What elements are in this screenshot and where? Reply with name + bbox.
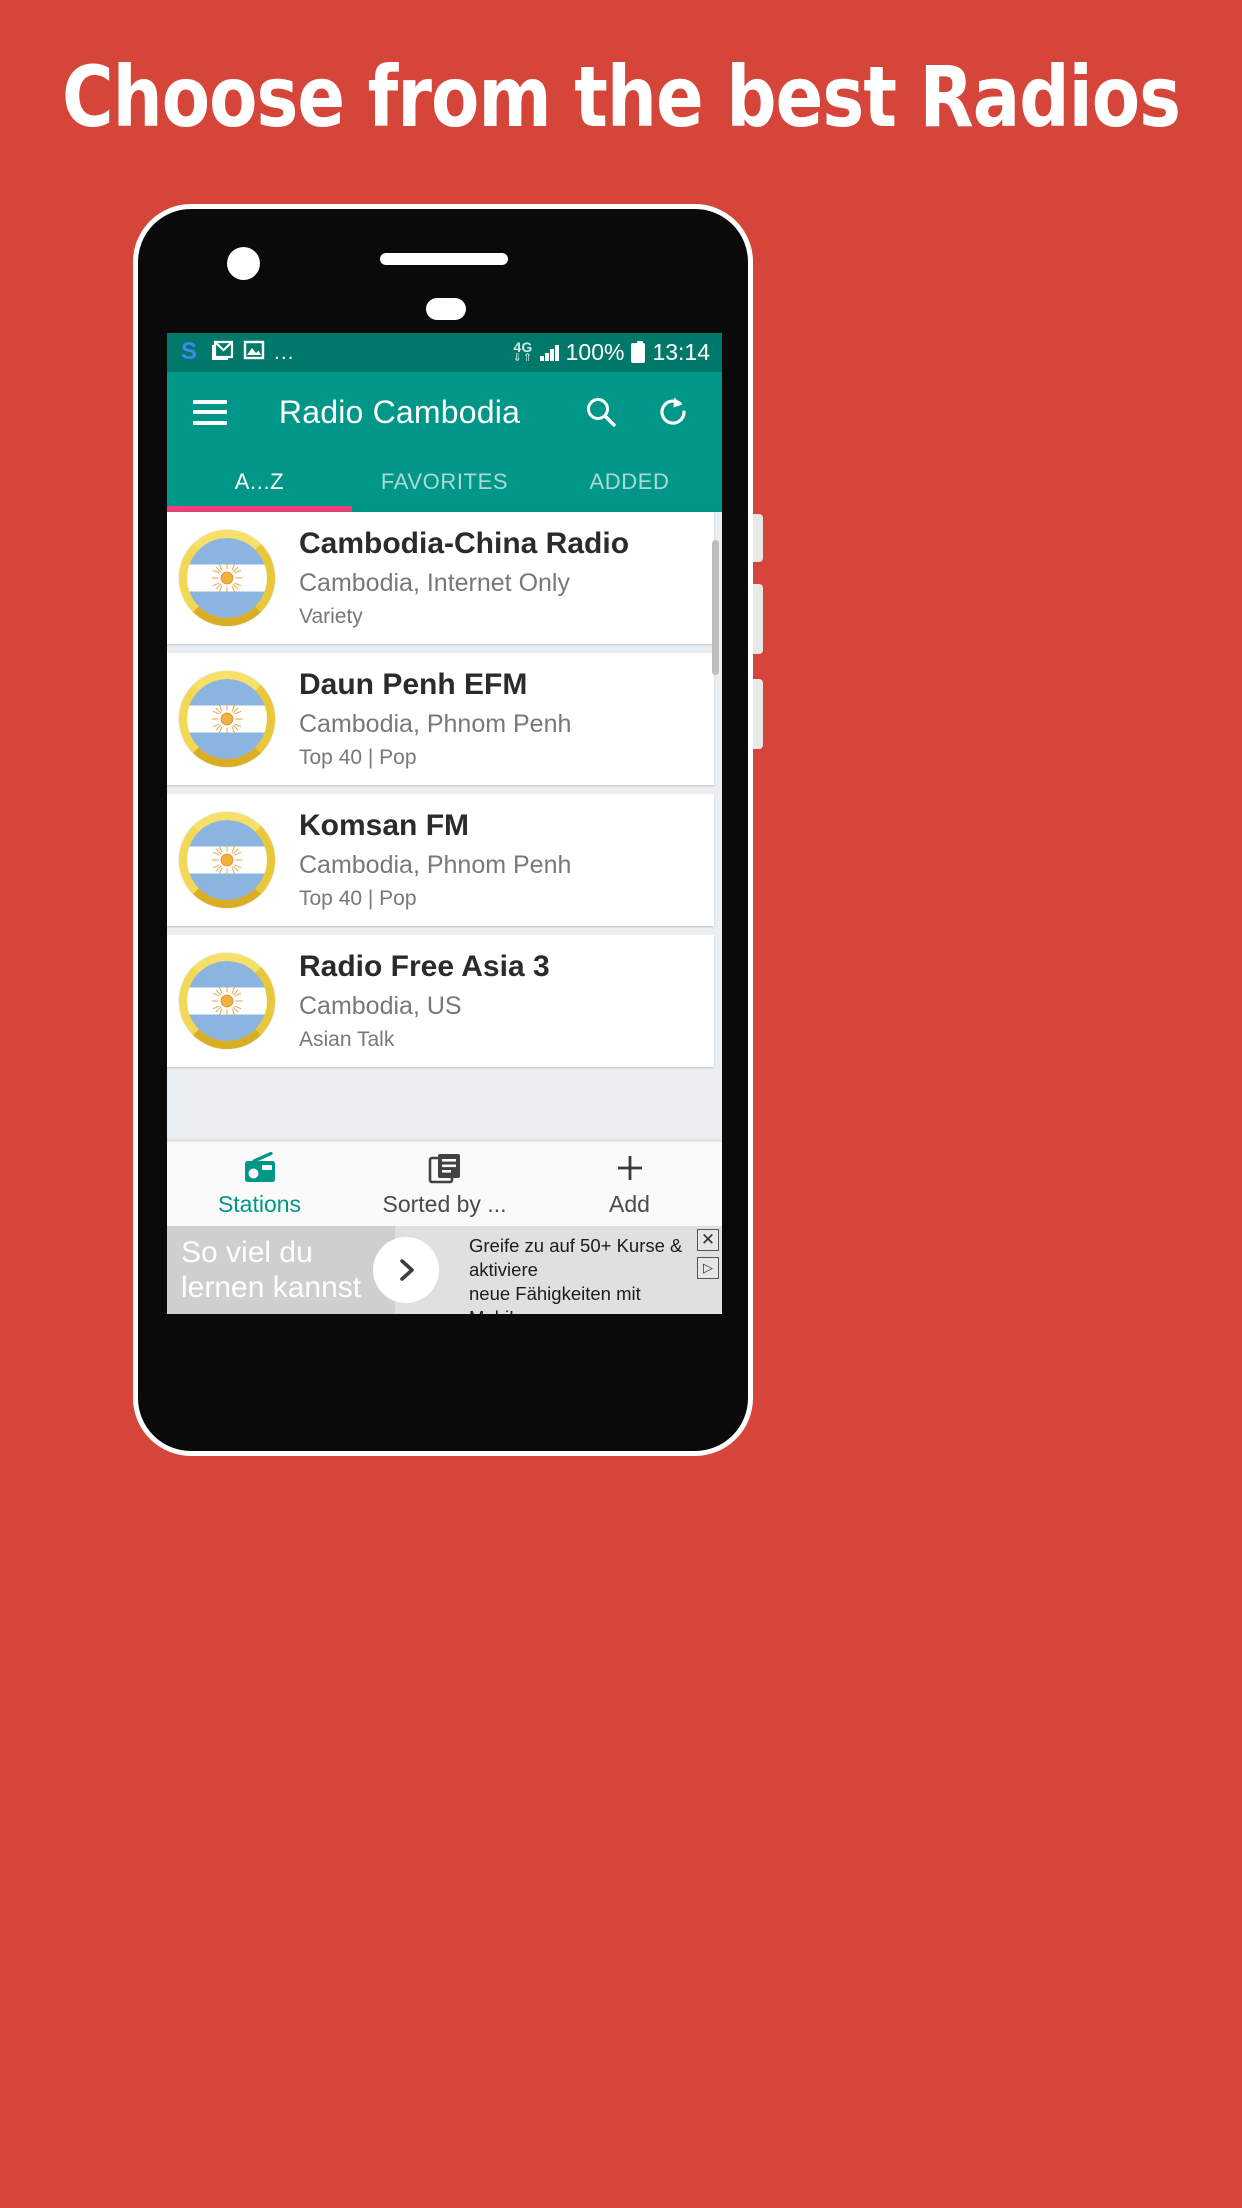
station-location: Cambodia, Phnom Penh [299,850,572,879]
status-bar: S ... 4G ⇓⇑ 100% 13:14 [167,333,722,372]
gmail-icon [212,340,234,366]
ad-body-area: Greife zu auf 50+ Kurse & aktiviere neue… [395,1226,722,1314]
tab-added[interactable]: ADDED [537,452,722,512]
station-location: Cambodia, Phnom Penh [299,709,572,738]
status-bar-notifications: S ... [181,337,513,366]
status-bar-clock: 13:14 [652,339,710,365]
argentina-flag-icon [179,530,275,626]
signal-strength-icon [540,344,559,361]
station-list-item[interactable]: Komsan FM Cambodia, Phnom Penh Top 40 | … [167,794,714,926]
station-list-item[interactable]: Radio Free Asia 3 Cambodia, US Asian Tal… [167,935,714,1067]
tab-a-z[interactable]: A...Z [167,452,352,512]
proximity-sensor [426,298,466,320]
station-genre: Variety [299,604,363,628]
ad-banner[interactable]: So viel du lernen kannst Greife zu auf 5… [167,1226,722,1314]
app-bar: Radio Cambodia [167,372,722,452]
phone-side-button-volume-down [753,679,763,749]
photo-icon [243,340,265,366]
bottom-nav-label: Add [609,1190,650,1217]
argentina-flag-icon [179,953,275,1049]
ad-headline-area: So viel du lernen kannst [167,1226,395,1314]
station-genre: Asian Talk [299,1027,395,1051]
phone-screen: S ... 4G ⇓⇑ 100% 13:14 Radio Cambodia A.… [167,333,722,1314]
station-genre: Top 40 | Pop [299,745,417,769]
earpiece-speaker [380,253,508,265]
bottom-nav-item-sorted-by[interactable]: Sorted by ... [352,1142,537,1226]
phone-side-button-mute [753,514,763,562]
station-location: Cambodia, US [299,991,462,1020]
ad-info-icon[interactable]: ▷ [697,1257,719,1279]
phone-mockup: S ... 4G ⇓⇑ 100% 13:14 Radio Cambodia A.… [133,204,763,1456]
search-icon[interactable] [578,389,624,435]
more-notifications-icon: ... [274,340,295,364]
refresh-icon[interactable] [650,389,696,435]
station-name: Radio Free Asia 3 [299,950,550,984]
close-icon[interactable]: ✕ [697,1229,719,1251]
station-list-item[interactable]: Cambodia-China Radio Cambodia, Internet … [167,512,714,644]
front-camera-icon [227,247,260,280]
argentina-flag-icon [179,812,275,908]
station-list-item[interactable]: Daun Penh EFM Cambodia, Phnom Penh Top 4… [167,653,714,785]
ad-body-line-2: neue Fähigkeiten mit MobiLernen. [469,1283,641,1314]
plus-icon [613,1151,647,1185]
station-name: Cambodia-China Radio [299,527,630,561]
tab-bar: A...Z FAVORITES ADDED [167,452,722,512]
phone-side-button-volume-up [753,584,763,654]
tab-favorites[interactable]: FAVORITES [352,452,537,512]
station-location: Cambodia, Internet Only [299,568,570,597]
bottom-nav-item-stations[interactable]: Stations [167,1142,352,1226]
ad-headline: So viel du lernen kannst [181,1235,362,1304]
bottom-nav-label: Stations [217,1190,302,1217]
list-scrollbar[interactable] [712,540,719,675]
status-bar-system: 4G ⇓⇑ 100% 13:14 [513,339,710,366]
chevron-right-icon[interactable] [373,1237,439,1303]
argentina-flag-icon [179,671,275,767]
page-title: Radio Cambodia [278,393,521,430]
network-type-icon: 4G ⇓⇑ [512,338,534,364]
bottom-nav-label: Sorted by ... [382,1190,507,1217]
station-name: Komsan FM [299,809,470,843]
ad-body-line-1: Greife zu auf 50+ Kurse & aktiviere [469,1235,683,1281]
battery-icon [631,340,646,363]
station-name: Daun Penh EFM [299,668,528,702]
skype-icon: S [181,337,198,365]
list-icon [428,1151,462,1185]
promo-headline: Choose from the best Radios [61,48,1181,146]
station-genre: Top 40 | Pop [299,886,417,910]
bottom-nav-item-add[interactable]: Add [537,1142,722,1226]
radio-icon [242,1151,278,1185]
battery-percent-label: 100% [565,339,625,365]
bottom-navigation: Stations Sorted by ... Add [167,1141,722,1226]
